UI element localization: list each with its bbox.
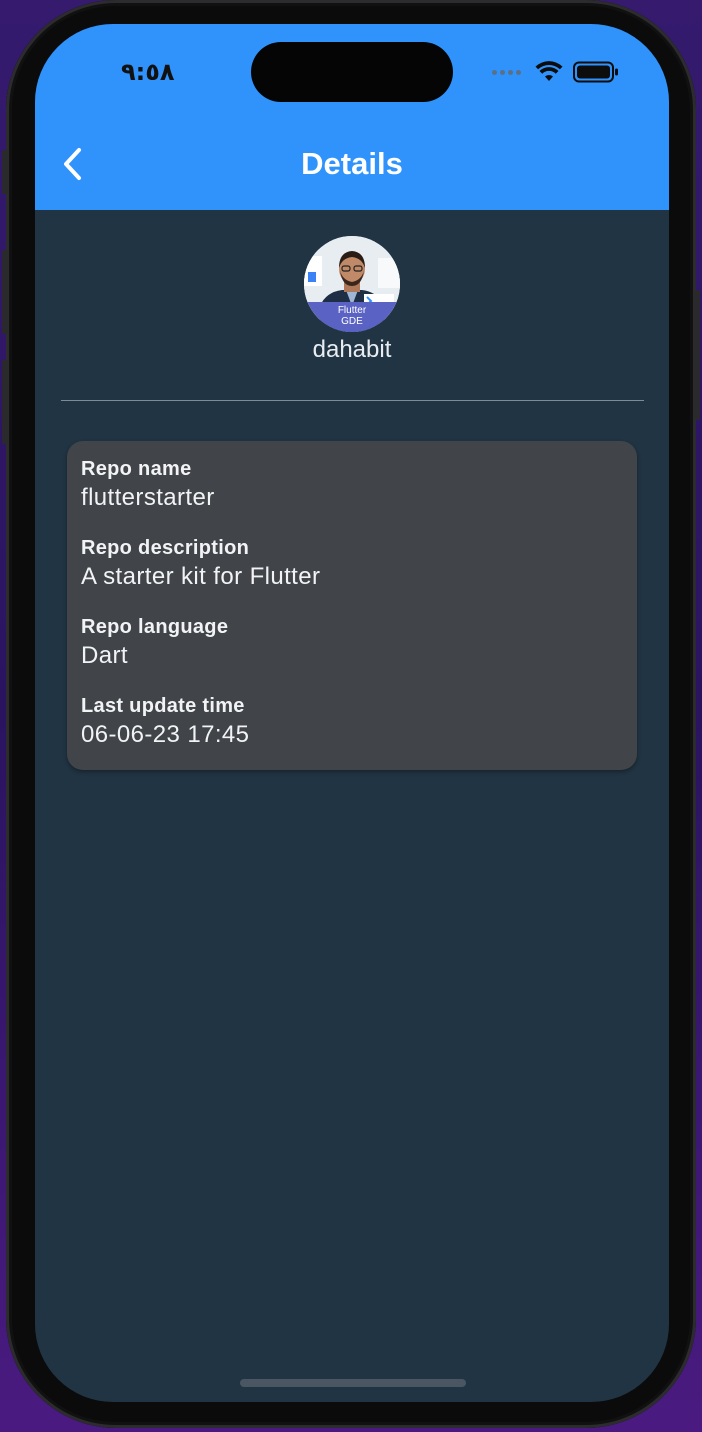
user-avatar: Flutter GDE <box>304 236 400 332</box>
status-icons <box>492 60 619 84</box>
wifi-icon <box>535 61 563 81</box>
field-label: Repo name <box>81 458 192 480</box>
username: dahabit <box>312 336 392 363</box>
field-label: Repo language <box>81 616 229 638</box>
status-time: ٩:٥٨ <box>121 58 175 86</box>
power-button <box>694 290 700 420</box>
repo-name-field: Repo name flutterstarter <box>81 456 215 514</box>
avatar-badge-line2: GDE <box>341 316 363 327</box>
field-value: A starter kit for Flutter <box>81 563 321 590</box>
field-value: flutterstarter <box>81 484 215 511</box>
app-bar: ٩:٥٨ Details <box>35 24 669 210</box>
avatar-badge: Flutter GDE <box>304 302 400 332</box>
dynamic-island <box>251 42 453 102</box>
avatar-badge-line1: Flutter <box>337 305 367 316</box>
divider <box>61 400 644 401</box>
mute-switch <box>2 150 8 194</box>
app-screen: ٩:٥٨ Details Flutter GDE dahabit Repo na… <box>35 24 669 1402</box>
repo-description-field: Repo description A starter kit for Flutt… <box>81 535 320 593</box>
field-label: Repo description <box>81 537 250 559</box>
home-indicator[interactable] <box>240 1379 466 1387</box>
volume-up-button <box>2 250 8 334</box>
field-value: Dart <box>81 642 128 669</box>
battery-icon <box>573 61 618 83</box>
repo-language-field: Repo language Dart <box>81 614 228 672</box>
field-label: Last update time <box>81 695 245 717</box>
last-update-time-field: Last update time 06-06-23 17:45 <box>81 693 249 751</box>
page-title: Details <box>301 146 403 181</box>
cellular-signal-icon <box>492 69 521 75</box>
repo-details-card: Repo name flutterstarter Repo descriptio… <box>67 441 637 770</box>
volume-down-button <box>2 360 8 444</box>
field-value: 06-06-23 17:45 <box>81 721 250 748</box>
